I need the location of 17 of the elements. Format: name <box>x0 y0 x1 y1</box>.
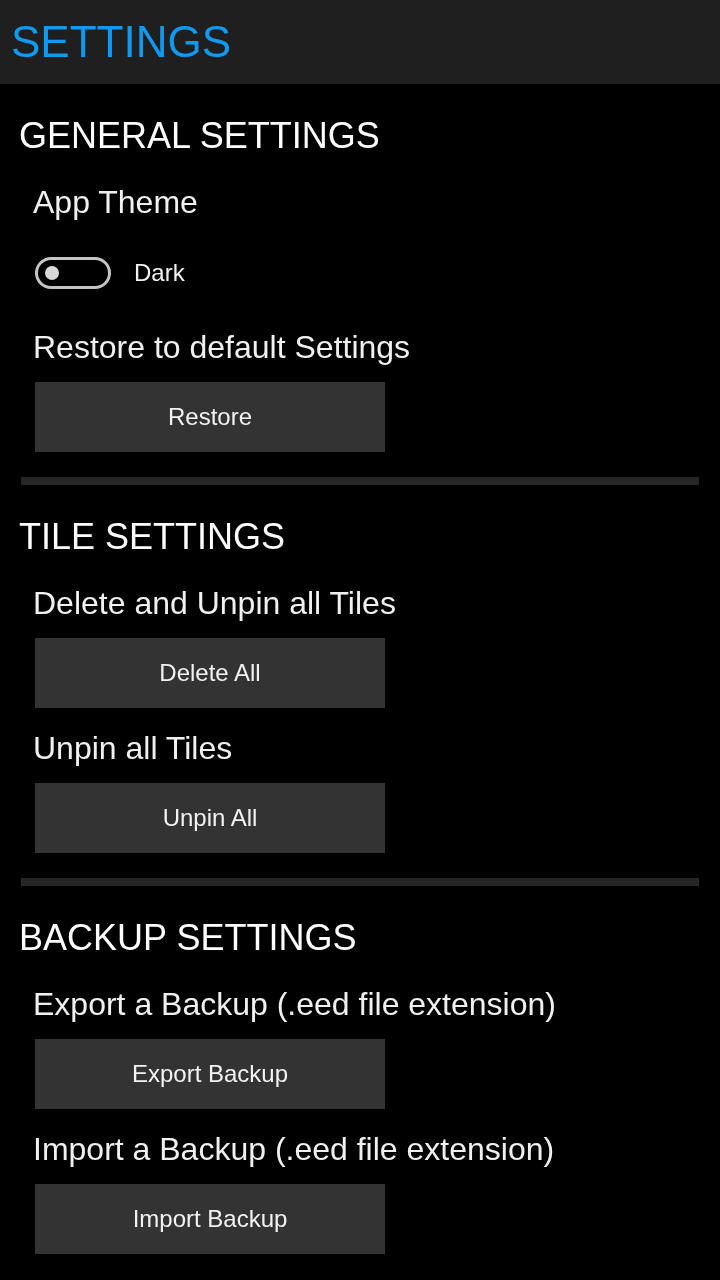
section-heading: TILE SETTINGS <box>19 515 286 559</box>
setting-label: Restore to default Settings <box>33 328 411 367</box>
action-button[interactable]: Restore <box>35 382 385 452</box>
setting-label: Delete and Unpin all Tiles <box>33 584 396 623</box>
setting-label: Unpin all Tiles <box>33 729 233 768</box>
toggle-switch[interactable] <box>35 257 111 289</box>
section-heading: BACKUP SETTINGS <box>19 916 357 960</box>
action-button[interactable]: Export Backup <box>35 1039 385 1109</box>
toggle-label: Dark <box>134 259 185 287</box>
section-heading: GENERAL SETTINGS <box>19 114 380 158</box>
action-button[interactable]: Delete All <box>35 638 385 708</box>
setting-label: Import a Backup (.eed file extension) <box>33 1130 555 1169</box>
setting-label: Export a Backup (.eed file extension) <box>33 985 556 1024</box>
action-button[interactable]: Import Backup <box>35 1184 385 1254</box>
page-title: SETTINGS <box>11 16 232 68</box>
setting-label: App Theme <box>33 183 198 222</box>
action-button[interactable]: Unpin All <box>35 783 385 853</box>
